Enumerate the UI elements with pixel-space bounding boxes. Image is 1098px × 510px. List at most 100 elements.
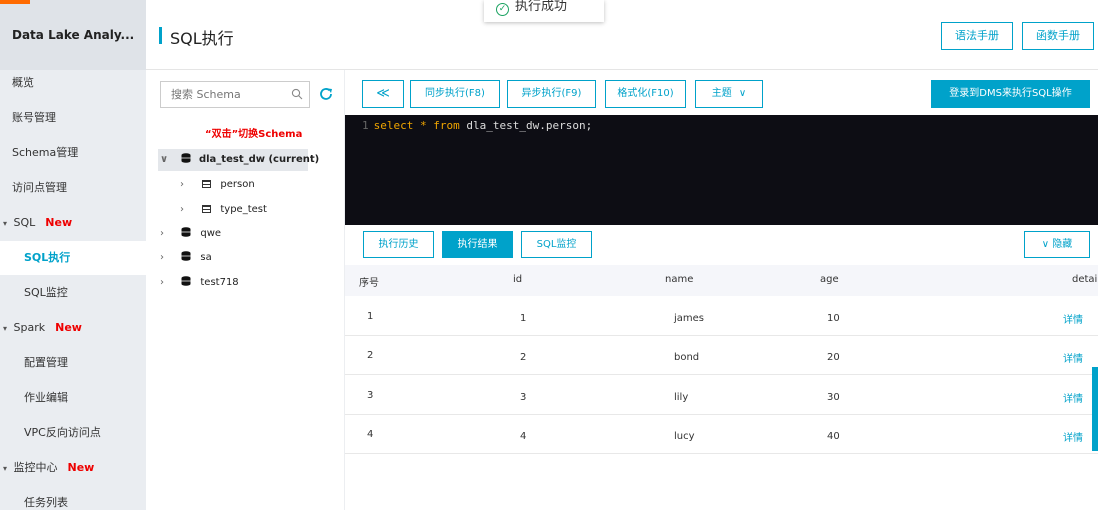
cell-age: 40 — [827, 431, 840, 442]
table-row: 1 1 james 10 详情 — [345, 297, 1098, 336]
column-header-id: id — [513, 274, 523, 285]
cell-seq: 1 — [367, 311, 374, 322]
hide-results-button[interactable]: ∨ 隐藏 — [1024, 231, 1090, 258]
new-badge: New — [45, 216, 73, 229]
sql-editor[interactable]: 1 select * from dla_test_dw.person; — [345, 115, 1098, 225]
brand-area: Data Lake Analy... — [0, 0, 146, 70]
sql-keyword: from — [433, 119, 460, 132]
nav-item-config[interactable]: 配置管理 — [0, 346, 146, 380]
cell-name: bond — [674, 352, 700, 363]
cell-age: 10 — [827, 313, 840, 324]
new-badge: New — [55, 321, 82, 334]
brand-accent-bar — [0, 0, 30, 4]
nav-group-monitor[interactable]: ▾ 监控中心 New — [0, 451, 146, 485]
tree-database-current[interactable]: ∨ dla_test_dw (current) — [158, 149, 319, 171]
cell-name: lucy — [674, 431, 695, 442]
detail-link[interactable]: 详情 — [1063, 350, 1083, 365]
tree-database-test718[interactable]: › test718 — [160, 272, 239, 294]
nav-item-job-edit[interactable]: 作业编辑 — [0, 381, 146, 415]
chevron-down-icon: ∨ — [738, 88, 747, 99]
chevron-right-icon: › — [160, 277, 164, 288]
sql-table-name: dla_test_dw.person; — [466, 119, 593, 132]
chevron-right-icon: › — [180, 179, 184, 190]
tab-sql-monitor[interactable]: SQL监控 — [521, 231, 592, 258]
success-toast: ✓ 执行成功 — [484, 0, 604, 22]
chevron-down-icon: ▾ — [2, 324, 7, 333]
results-table-header: 序号 id name age detai — [345, 265, 1098, 296]
tree-table-type-test[interactable]: › type_test — [180, 199, 267, 221]
column-header-name: name — [665, 274, 694, 285]
database-icon — [181, 153, 191, 163]
chevron-down-icon: ▾ — [2, 464, 7, 473]
double-chevron-left-icon: ≪ — [376, 86, 390, 101]
page-title: SQL执行 — [170, 29, 234, 48]
nav-item-accounts[interactable]: 账号管理 — [0, 101, 146, 135]
syntax-manual-button[interactable]: 语法手册 — [941, 22, 1013, 50]
side-feedback-tab[interactable] — [1092, 367, 1098, 451]
nav-item-task-list[interactable]: 任务列表 — [0, 486, 146, 510]
check-circle-icon: ✓ — [496, 3, 509, 16]
tab-exec-result[interactable]: 执行结果 — [442, 231, 513, 258]
toast-message: 执行成功 — [515, 0, 568, 14]
function-manual-button[interactable]: 函数手册 — [1022, 22, 1094, 50]
search-icon[interactable] — [291, 88, 303, 100]
page-header: SQL执行 语法手册 函数手册 — [146, 0, 1098, 70]
nav-item-vpc[interactable]: VPC反向访问点 — [0, 416, 146, 450]
nav-item-sql-monitor[interactable]: SQL监控 — [0, 276, 146, 310]
nav-group-spark[interactable]: ▾ Spark New — [0, 311, 146, 345]
collapse-panel-button[interactable]: ≪ — [362, 80, 404, 108]
new-badge: New — [67, 461, 95, 474]
database-icon — [181, 227, 191, 237]
nav-item-overview[interactable]: 概览 — [0, 66, 146, 100]
schema-switch-hint: “双击”切换Schema — [205, 129, 303, 140]
chevron-right-icon: › — [160, 252, 164, 263]
chevron-right-icon: › — [160, 228, 164, 239]
column-header-seq: 序号 — [359, 278, 379, 289]
refresh-icon[interactable] — [318, 86, 334, 102]
tree-database-label: dla_test_dw (current) — [198, 154, 320, 165]
cell-id: 2 — [520, 352, 527, 363]
nav-item-sql-exec[interactable]: SQL执行 — [0, 241, 146, 275]
detail-link[interactable]: 详情 — [1063, 429, 1083, 444]
cell-seq: 3 — [367, 390, 374, 401]
database-icon — [181, 276, 191, 286]
column-header-detail: detai — [1072, 274, 1098, 285]
cell-id: 3 — [520, 392, 527, 403]
table-row: 3 3 lily 30 详情 — [345, 376, 1098, 415]
cell-seq: 4 — [367, 429, 374, 440]
table-row: 2 2 bond 20 详情 — [345, 336, 1098, 375]
detail-link[interactable]: 详情 — [1063, 390, 1083, 405]
nav-item-schema[interactable]: Schema管理 — [0, 136, 146, 170]
chevron-right-icon: › — [180, 204, 184, 215]
chevron-down-icon: ∨ — [160, 154, 169, 165]
column-header-age: age — [820, 274, 839, 285]
cell-id: 1 — [520, 313, 527, 324]
cell-name: lily — [674, 392, 689, 403]
left-navigation: Data Lake Analy... 概览 账号管理 Schema管理 访问点管… — [0, 0, 146, 510]
format-button[interactable]: 格式化(F10) — [605, 80, 686, 108]
tab-exec-history[interactable]: 执行历史 — [363, 231, 434, 258]
line-number: 1 — [362, 119, 369, 132]
sql-star: * — [420, 119, 427, 132]
product-name: Data Lake Analy... — [12, 28, 135, 42]
cell-age: 20 — [827, 352, 840, 363]
sync-execute-button[interactable]: 同步执行(F8) — [410, 80, 500, 108]
nav-group-sql[interactable]: ▾ SQL New — [0, 206, 146, 240]
table-row: 4 4 lucy 40 详情 — [345, 415, 1098, 454]
cell-seq: 2 — [367, 350, 374, 361]
table-icon — [202, 180, 212, 188]
theme-dropdown[interactable]: 主题 ∨ — [695, 80, 763, 108]
tree-database-sa[interactable]: › sa — [160, 247, 212, 269]
tree-database-qwe[interactable]: › qwe — [160, 223, 221, 245]
sql-keyword: select — [373, 119, 414, 132]
table-icon — [202, 205, 212, 213]
chevron-down-icon: ∨ — [1041, 239, 1050, 250]
schema-search-input[interactable] — [160, 81, 310, 108]
database-icon — [181, 251, 191, 261]
detail-link[interactable]: 详情 — [1063, 311, 1083, 326]
dms-login-button[interactable]: 登录到DMS来执行SQL操作 — [931, 80, 1090, 108]
tree-table-person[interactable]: › person — [180, 174, 255, 196]
nav-item-endpoints[interactable]: 访问点管理 — [0, 171, 146, 205]
async-execute-button[interactable]: 异步执行(F9) — [507, 80, 596, 108]
cell-name: james — [674, 313, 705, 324]
